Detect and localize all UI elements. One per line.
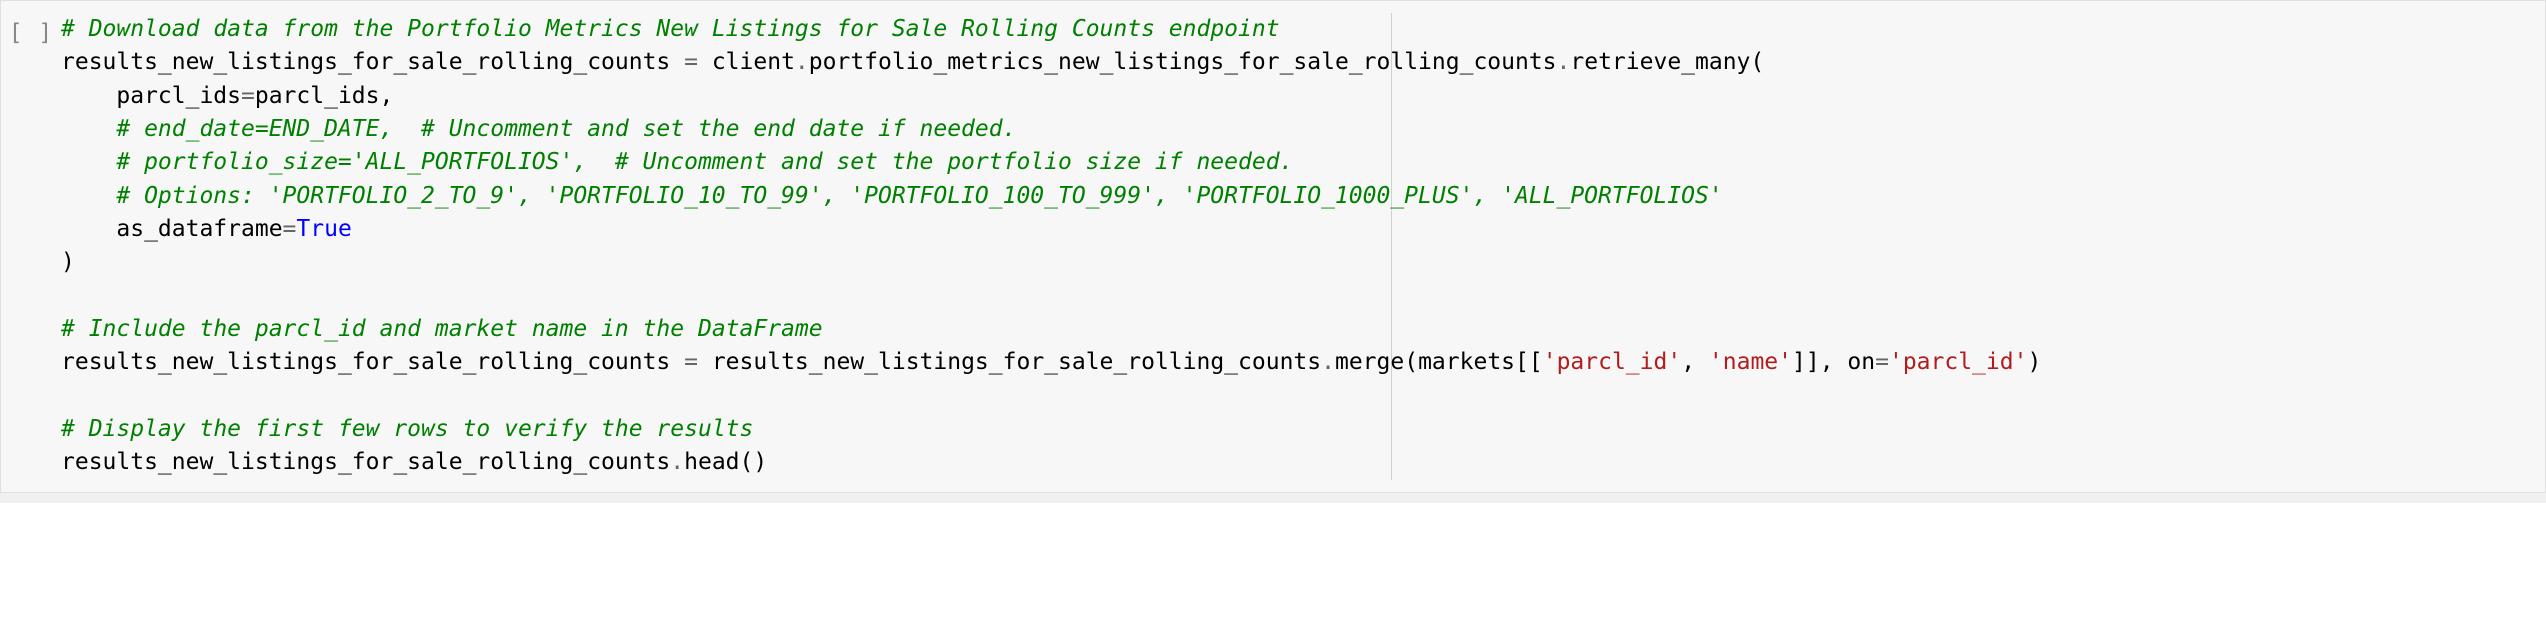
code-operator: = bbox=[241, 83, 255, 109]
code-string: 'name' bbox=[1709, 349, 1792, 375]
cell-bottom-bar bbox=[0, 493, 2546, 503]
code-punctuation: () bbox=[740, 449, 768, 475]
code-comment: # Download data from the Portfolio Metri… bbox=[61, 16, 1280, 42]
code-comment: # Display the first few rows to verify t… bbox=[61, 416, 753, 442]
code-punctuation: [[ bbox=[1515, 349, 1543, 375]
code-operator: . bbox=[1321, 349, 1335, 375]
code-identifier: on bbox=[1847, 349, 1875, 375]
code-comment: # end_date=END_DATE, # Uncomment and set… bbox=[116, 116, 1016, 142]
code-identifier: parcl_ids bbox=[255, 83, 380, 109]
code-identifier: results_new_listings_for_sale_rolling_co… bbox=[61, 449, 670, 475]
code-punctuation: , bbox=[1820, 349, 1848, 375]
code-editor[interactable]: # Download data from the Portfolio Metri… bbox=[61, 13, 2545, 480]
code-punctuation: , bbox=[379, 83, 393, 109]
code-comment: # Options: 'PORTFOLIO_2_TO_9', 'PORTFOLI… bbox=[116, 183, 1722, 209]
code-identifier: results_new_listings_for_sale_rolling_co… bbox=[698, 349, 1321, 375]
code-identifier: client bbox=[698, 49, 795, 75]
code-operator: = bbox=[684, 49, 698, 75]
code-identifier: merge bbox=[1335, 349, 1404, 375]
code-operator: . bbox=[1557, 49, 1571, 75]
code-identifier: results_new_listings_for_sale_rolling_co… bbox=[61, 349, 684, 375]
code-operator: = bbox=[283, 216, 297, 242]
code-punctuation: , bbox=[1681, 349, 1709, 375]
code-operator: . bbox=[670, 449, 684, 475]
code-identifier: markets bbox=[1418, 349, 1515, 375]
cell-gutter[interactable]: [ ] bbox=[1, 13, 61, 480]
code-constant: True bbox=[296, 216, 351, 242]
code-content: # Download data from the Portfolio Metri… bbox=[61, 13, 2525, 480]
code-punctuation: ( bbox=[1404, 349, 1418, 375]
code-string: 'parcl_id' bbox=[1543, 349, 1681, 375]
code-operator: = bbox=[1875, 349, 1889, 375]
code-identifier: as_dataframe bbox=[116, 216, 282, 242]
notebook-cell: [ ] # Download data from the Portfolio M… bbox=[0, 0, 2546, 493]
code-identifier: head bbox=[684, 449, 739, 475]
code-punctuation: ( bbox=[1750, 49, 1764, 75]
code-comment: # Include the parcl_id and market name i… bbox=[61, 316, 823, 342]
code-identifier: portfolio_metrics_new_listings_for_sale_… bbox=[809, 49, 1557, 75]
code-identifier: results_new_listings_for_sale_rolling_co… bbox=[61, 49, 684, 75]
code-punctuation: ) bbox=[2027, 349, 2041, 375]
code-identifier: retrieve_many bbox=[1570, 49, 1750, 75]
code-operator: . bbox=[795, 49, 809, 75]
code-punctuation: ) bbox=[61, 249, 75, 275]
code-comment: # portfolio_size='ALL_PORTFOLIOS', # Unc… bbox=[116, 149, 1293, 175]
code-identifier: parcl_ids bbox=[116, 83, 241, 109]
code-string: 'parcl_id' bbox=[1889, 349, 2027, 375]
code-punctuation: ]] bbox=[1792, 349, 1820, 375]
execution-count: [ ] bbox=[9, 20, 54, 46]
code-operator: = bbox=[684, 349, 698, 375]
